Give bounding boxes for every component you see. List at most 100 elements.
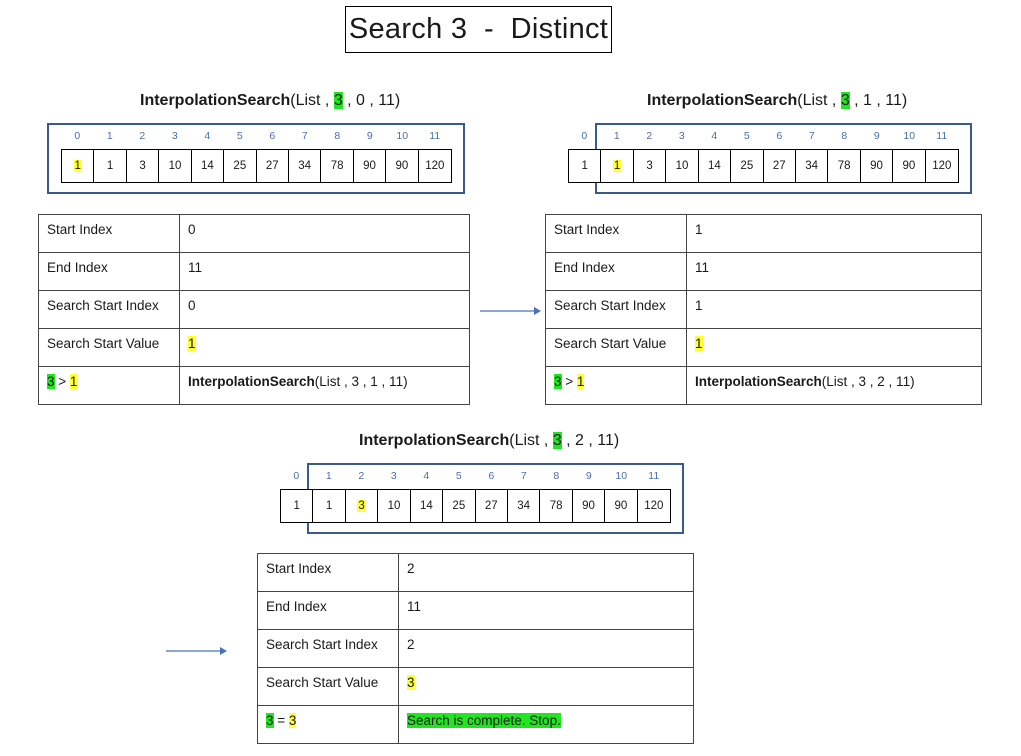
index-label: 7 bbox=[301, 130, 308, 142]
index-label: 8 bbox=[334, 130, 341, 142]
index-label: 10 bbox=[396, 130, 409, 142]
table-row: Search Start Value 1 bbox=[545, 328, 982, 367]
index-label: 11 bbox=[429, 130, 441, 142]
array-cell: 1 bbox=[313, 490, 346, 522]
index-label: 0 bbox=[293, 470, 300, 482]
index-label: 10 bbox=[615, 470, 628, 482]
table-row: Search Start Value 3 bbox=[257, 667, 694, 706]
index-label: 5 bbox=[743, 130, 750, 142]
index-label: 5 bbox=[236, 130, 243, 142]
index-label: 4 bbox=[204, 130, 211, 142]
array-cell: 27 bbox=[476, 490, 508, 522]
index-label: 4 bbox=[711, 130, 718, 142]
index-label: 9 bbox=[585, 470, 592, 482]
step1-call-label: InterpolationSearch(List , 3 , 0 , 11) bbox=[140, 92, 401, 109]
array-cell: 27 bbox=[257, 150, 289, 182]
table-row: Search Start Index 2 bbox=[257, 629, 694, 668]
page-title: Search 3 - Distinct bbox=[345, 6, 612, 53]
array-cell: 10 bbox=[378, 490, 411, 522]
index-label: 8 bbox=[553, 470, 560, 482]
table-row: Start Index 0 bbox=[38, 214, 470, 253]
array-cell: 1 bbox=[569, 150, 602, 182]
array-cell: 90 bbox=[386, 150, 419, 182]
step1-index-row: 0 1 2 3 4 5 6 7 8 9 10 11 bbox=[61, 130, 451, 142]
array-cell: 1 bbox=[601, 150, 634, 182]
array-cell: 1 bbox=[62, 150, 95, 182]
array-cell: 10 bbox=[159, 150, 192, 182]
step3-array: 1 1 3 10 14 25 27 34 78 90 90 120 bbox=[280, 489, 671, 523]
array-cell: 14 bbox=[411, 490, 444, 522]
index-label: 7 bbox=[808, 130, 815, 142]
array-cell: 1 bbox=[281, 490, 314, 522]
index-label: 6 bbox=[776, 130, 783, 142]
index-label: 9 bbox=[873, 130, 880, 142]
table-row: End Index 11 bbox=[38, 252, 470, 291]
array-cell: 27 bbox=[764, 150, 796, 182]
arrow-icon bbox=[166, 647, 227, 655]
array-cell: 90 bbox=[861, 150, 894, 182]
index-label: 11 bbox=[648, 470, 660, 482]
table-row: End Index 11 bbox=[257, 591, 694, 630]
array-cell: 25 bbox=[443, 490, 476, 522]
result-status: Search is complete. Stop. bbox=[407, 713, 561, 728]
table-row: 3 > 1 InterpolationSearch(List , 3 , 1 , … bbox=[38, 366, 470, 405]
array-cell: 3 bbox=[634, 150, 667, 182]
step1-info-table: Start Index 0 End Index 11 Search Start In… bbox=[38, 214, 470, 405]
table-row: Start Index 1 bbox=[545, 214, 982, 253]
array-cell: 90 bbox=[605, 490, 638, 522]
index-label: 1 bbox=[613, 130, 620, 142]
arrow-icon bbox=[480, 307, 541, 315]
step3-info-table: Start Index 2 End Index 11 Search Start In… bbox=[257, 553, 694, 744]
array-cell: 90 bbox=[573, 490, 606, 522]
array-cell: 34 bbox=[289, 150, 322, 182]
index-label: 8 bbox=[841, 130, 848, 142]
index-label: 11 bbox=[936, 130, 948, 142]
index-label: 2 bbox=[646, 130, 653, 142]
index-label: 0 bbox=[581, 130, 588, 142]
array-cell: 120 bbox=[932, 160, 952, 172]
array-cell: 10 bbox=[666, 150, 699, 182]
index-label: 3 bbox=[678, 130, 685, 142]
table-row: Search Start Value 1 bbox=[38, 328, 470, 367]
array-cell: 25 bbox=[224, 150, 257, 182]
table-row: End Index 11 bbox=[545, 252, 982, 291]
index-label: 6 bbox=[269, 130, 276, 142]
index-label: 2 bbox=[358, 470, 365, 482]
table-row: 3 > 1 InterpolationSearch(List , 3 , 2 , … bbox=[545, 366, 982, 405]
array-cell: 34 bbox=[796, 150, 829, 182]
index-label: 1 bbox=[106, 130, 113, 142]
table-row: Search Start Index 0 bbox=[38, 290, 470, 329]
array-cell: 14 bbox=[699, 150, 732, 182]
table-row: Start Index 2 bbox=[257, 553, 694, 592]
step2-index-row: 0 1 2 3 4 5 6 7 8 9 10 11 bbox=[568, 130, 958, 142]
array-cell: 90 bbox=[893, 150, 926, 182]
step1-array: 1 1 3 10 14 25 27 34 78 90 90 120 bbox=[61, 149, 452, 183]
index-label: 3 bbox=[171, 130, 178, 142]
array-cell: 1 bbox=[94, 150, 127, 182]
array-cell: 3 bbox=[127, 150, 160, 182]
index-label: 10 bbox=[903, 130, 916, 142]
array-cell: 34 bbox=[508, 490, 541, 522]
index-label: 9 bbox=[366, 130, 373, 142]
index-label: 4 bbox=[423, 470, 430, 482]
array-cell: 25 bbox=[731, 150, 764, 182]
array-cell: 90 bbox=[354, 150, 387, 182]
step2-array: 1 1 3 10 14 25 27 34 78 90 90 120 bbox=[568, 149, 959, 183]
step3-call-label: InterpolationSearch(List , 3 , 2 , 11) bbox=[359, 432, 620, 449]
index-label: 0 bbox=[74, 130, 81, 142]
array-cell: 14 bbox=[192, 150, 225, 182]
index-label: 5 bbox=[455, 470, 462, 482]
array-cell: 78 bbox=[321, 150, 354, 182]
array-cell: 78 bbox=[540, 490, 573, 522]
step2-call-label: InterpolationSearch(List , 3 , 1 , 11) bbox=[647, 92, 908, 109]
array-cell: 78 bbox=[828, 150, 861, 182]
array-cell: 120 bbox=[425, 160, 445, 172]
index-label: 7 bbox=[520, 470, 527, 482]
step3-index-row: 0 1 2 3 4 5 6 7 8 9 10 11 bbox=[280, 470, 670, 482]
table-row: 3 = 3 Search is complete. Stop. bbox=[257, 705, 694, 744]
index-label: 1 bbox=[325, 470, 332, 482]
index-label: 2 bbox=[139, 130, 146, 142]
index-label: 6 bbox=[488, 470, 495, 482]
array-cell: 3 bbox=[346, 490, 379, 522]
table-row: Search Start Index 1 bbox=[545, 290, 982, 329]
